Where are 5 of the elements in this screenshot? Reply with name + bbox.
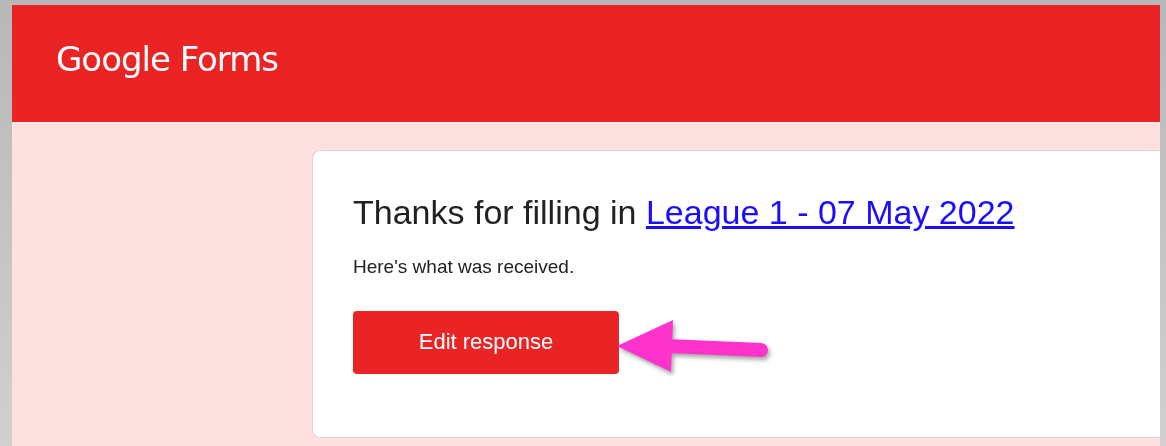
app-logo[interactable]: Google Forms: [56, 38, 279, 79]
confirmation-title: Thanks for filling in: [353, 193, 638, 231]
form-link[interactable]: League 1 - 07 May 2022: [645, 193, 1015, 231]
edit-response-button[interactable]: Edit response: [353, 310, 619, 374]
received-message: Here's what was received.: [353, 256, 575, 278]
